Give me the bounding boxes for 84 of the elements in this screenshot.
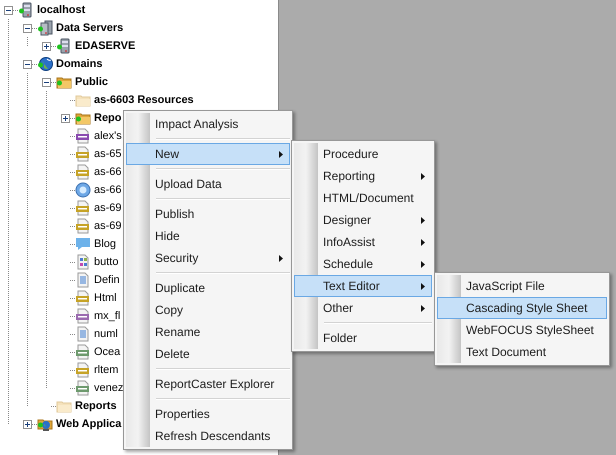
tree-item-label[interactable]: Web Applica (56, 416, 122, 432)
menu-item[interactable]: Upload Data (126, 173, 290, 195)
tree-item-label[interactable]: Reports (75, 398, 117, 414)
submenu-arrow-icon (421, 304, 425, 312)
orb-icon (75, 182, 91, 198)
tree-item-label[interactable]: numl (94, 326, 118, 342)
tree-item-label[interactable]: Ocea (94, 344, 120, 360)
html-file-icon (75, 290, 91, 306)
submenu-arrow-icon (421, 238, 425, 246)
globe-icon (37, 56, 53, 72)
tree-item-label[interactable]: Domains (56, 56, 102, 72)
menu-item[interactable]: Schedule (294, 253, 432, 275)
menu-item[interactable]: Security (126, 247, 290, 269)
menu-item[interactable]: Rename (126, 321, 290, 343)
tree-item-label[interactable]: Data Servers (56, 20, 124, 36)
collapse-icon[interactable] (42, 78, 51, 86)
tree-item-label[interactable]: as-66 (94, 182, 122, 198)
tree-item-label[interactable]: as-6603 Resources (94, 92, 194, 108)
html-file-icon (75, 164, 91, 180)
menu-item[interactable]: Hide (126, 225, 290, 247)
html-file-icon (75, 146, 91, 162)
tree-item-label[interactable]: Repo (94, 110, 122, 126)
tree-item-label[interactable]: as-69 (94, 200, 122, 216)
submenu-arrow-icon (279, 254, 283, 262)
menu-item[interactable]: HTML/Document (294, 187, 432, 209)
form-file-icon (75, 254, 91, 270)
collapse-icon[interactable] (4, 6, 13, 14)
menu-item[interactable]: Other (294, 297, 432, 319)
menu-item[interactable]: Cascading Style Sheet (437, 297, 607, 319)
expand-icon[interactable] (42, 42, 51, 50)
server-icon (18, 2, 34, 18)
menu-item[interactable]: Delete (126, 343, 290, 365)
tree-item-label[interactable]: venez (94, 380, 124, 396)
menu-item[interactable]: Properties (126, 403, 290, 425)
collapse-icon[interactable] (23, 60, 32, 68)
tree-item-label[interactable]: alex's (94, 128, 122, 144)
tree-item-label[interactable]: as-65 (94, 146, 122, 162)
tree-item-label[interactable]: Blog (94, 236, 116, 252)
submenu-arrow-icon (421, 282, 425, 290)
expand-icon[interactable] (23, 420, 32, 428)
menu-item[interactable]: Text Editor (294, 275, 432, 297)
collapse-icon[interactable] (23, 24, 32, 32)
expand-icon[interactable] (61, 114, 70, 122)
html-file-icon (75, 200, 91, 216)
menu-item[interactable]: Duplicate (126, 277, 290, 299)
server-icon (56, 38, 72, 54)
menu-item[interactable]: Publish (126, 203, 290, 225)
menu-item[interactable]: InfoAssist (294, 231, 432, 253)
menu-item[interactable]: WebFOCUS StyleSheet (437, 319, 607, 341)
tree-item-label[interactable]: Defin (94, 272, 120, 288)
jpeg-file-icon (75, 344, 91, 360)
tree-item-label[interactable]: as-69 (94, 218, 122, 234)
speech-bubble-icon (75, 236, 91, 252)
menu-item[interactable]: ReportCaster Explorer (126, 373, 290, 395)
tree-item-label[interactable]: Public (75, 74, 108, 90)
menu-item[interactable]: JavaScript File (437, 275, 607, 297)
html-file-icon (75, 218, 91, 234)
tree-item-label[interactable]: butto (94, 254, 118, 270)
tree-item-label[interactable]: rltem (94, 362, 118, 378)
menu-item[interactable]: New (126, 143, 290, 165)
submenu-arrow-icon (421, 172, 425, 180)
menu-item[interactable]: Reporting (294, 165, 432, 187)
menu-item[interactable]: Copy (126, 299, 290, 321)
tree-item-label[interactable]: mx_fl (94, 308, 120, 324)
menu-item[interactable]: Procedure (294, 143, 432, 165)
submenu-arrow-icon (421, 260, 425, 268)
png-file-icon (75, 308, 91, 324)
url-file-icon (75, 128, 91, 144)
document-icon (75, 272, 91, 288)
tree-item-label[interactable]: as-66 (94, 164, 122, 180)
tree-item-label[interactable]: Html (94, 290, 117, 306)
menu-item[interactable]: Refresh Descendants (126, 425, 290, 447)
document-icon (75, 326, 91, 342)
servers-icon (37, 20, 53, 36)
html-file-icon (75, 362, 91, 378)
menu-item[interactable]: Designer (294, 209, 432, 231)
jpeg-file-icon (75, 380, 91, 396)
menu-item[interactable]: Text Document (437, 341, 607, 363)
tree-item-label[interactable]: localhost (37, 2, 86, 18)
menu-item[interactable]: Folder (294, 327, 432, 349)
tree-item-label[interactable]: EDASERVE (75, 38, 136, 54)
menu-item[interactable]: Impact Analysis (126, 113, 290, 135)
submenu-arrow-icon (421, 216, 425, 224)
submenu-arrow-icon (279, 150, 283, 158)
